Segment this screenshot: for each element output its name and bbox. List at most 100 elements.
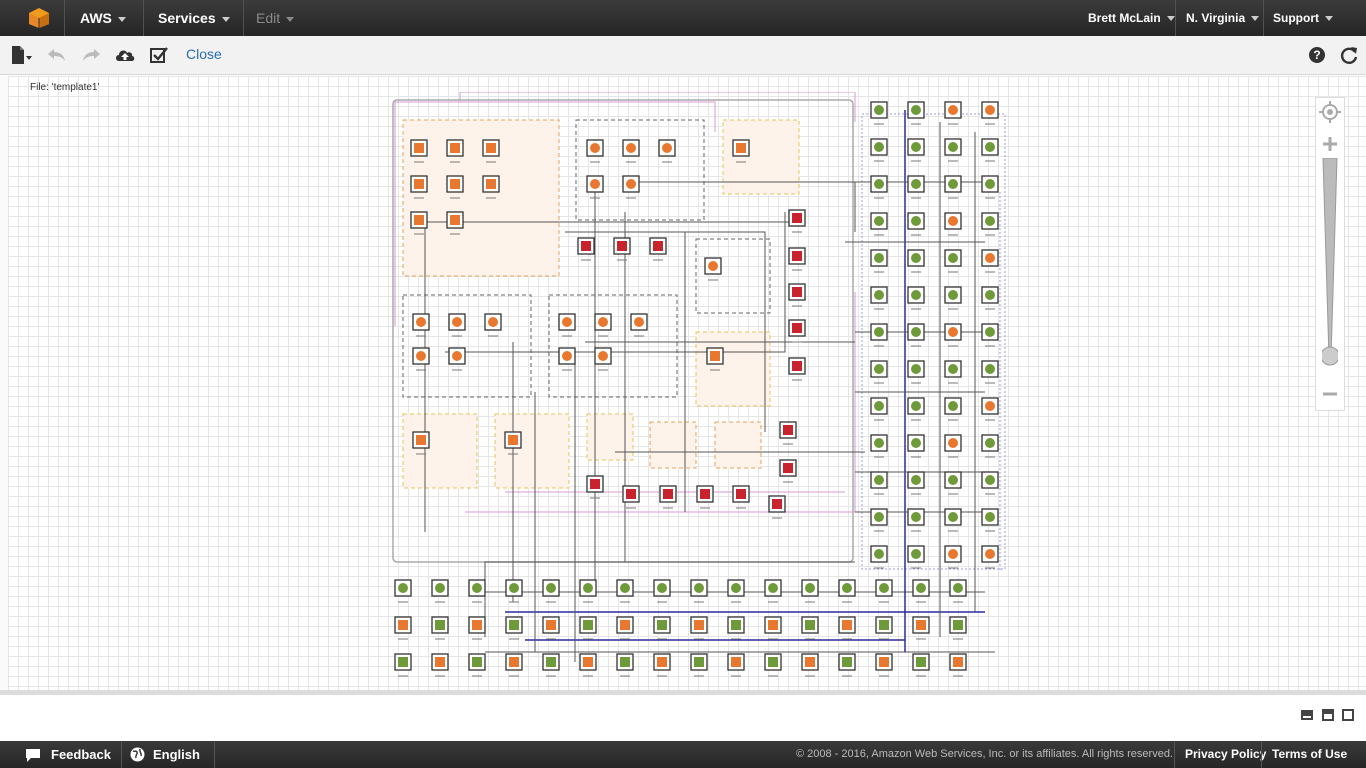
resource-node-ec2[interactable]: [704, 257, 722, 281]
resource-node-bucket[interactable]: [870, 286, 888, 310]
resource-node-security[interactable]: [649, 237, 667, 261]
resource-node-ec2[interactable]: [594, 347, 612, 371]
resource-node-bucket[interactable]: [653, 579, 671, 603]
resource-node-bucket[interactable]: [838, 579, 856, 603]
resource-node-bucket[interactable]: [981, 175, 999, 199]
resource-node-security[interactable]: [732, 485, 750, 509]
resource-node-bucket[interactable]: [912, 579, 930, 603]
resource-node-bucket[interactable]: [907, 545, 925, 569]
resource-node-instance[interactable]: [431, 653, 449, 677]
resource-node-bucket[interactable]: [505, 579, 523, 603]
resource-node-bucket[interactable]: [764, 579, 782, 603]
zoom-out-icon[interactable]: [1320, 384, 1340, 404]
validate-icon[interactable]: [148, 44, 170, 66]
resource-node-security[interactable]: [768, 495, 786, 519]
resource-node-instance[interactable]: [764, 616, 782, 640]
resource-node-ec2[interactable]: [484, 313, 502, 337]
resource-node-ec2[interactable]: [586, 139, 604, 163]
resource-node-bucket[interactable]: [944, 175, 962, 199]
view-bottom-panel-icon[interactable]: [1301, 710, 1313, 720]
resource-node-bucket[interactable]: [579, 579, 597, 603]
resource-node-instance[interactable]: [912, 653, 930, 677]
resource-node-instance[interactable]: [542, 616, 560, 640]
resource-node-ec2[interactable]: [412, 347, 430, 371]
resource-node-instance[interactable]: [653, 653, 671, 677]
resource-node-bucket[interactable]: [870, 323, 888, 347]
resource-node-bucket[interactable]: [907, 508, 925, 532]
resource-node-security[interactable]: [659, 485, 677, 509]
resource-node-bucket[interactable]: [870, 397, 888, 421]
resource-node-ec2[interactable]: [558, 347, 576, 371]
resource-node-instance[interactable]: [616, 653, 634, 677]
resource-node-bucket[interactable]: [431, 579, 449, 603]
close-link[interactable]: Close: [186, 46, 222, 62]
resource-node-bucket[interactable]: [870, 508, 888, 532]
resource-node-bucket[interactable]: [944, 397, 962, 421]
new-file-icon[interactable]: [10, 44, 32, 66]
resource-node-bucket[interactable]: [907, 101, 925, 125]
resource-node-bucket[interactable]: [394, 579, 412, 603]
resource-node-bucket[interactable]: [801, 579, 819, 603]
resource-node-instance[interactable]: [801, 653, 819, 677]
resource-node-instance[interactable]: [468, 653, 486, 677]
resource-node-ec2[interactable]: [448, 313, 466, 337]
edit-menu[interactable]: Edit: [256, 0, 295, 36]
resource-node-instance[interactable]: [838, 653, 856, 677]
view-full-canvas-icon[interactable]: [1342, 709, 1354, 721]
resource-node-instance[interactable]: [949, 616, 967, 640]
resource-node-bucket[interactable]: [907, 249, 925, 273]
resource-node-bucket[interactable]: [907, 212, 925, 236]
resource-node-bucket[interactable]: [944, 212, 962, 236]
resource-node-ec2[interactable]: [448, 347, 466, 371]
view-split-panel-icon[interactable]: [1322, 709, 1334, 721]
resource-node-bucket[interactable]: [870, 101, 888, 125]
support-menu[interactable]: Support: [1273, 0, 1333, 36]
resource-node-bucket[interactable]: [981, 212, 999, 236]
resource-node-security[interactable]: [577, 237, 595, 261]
resource-node-instance[interactable]: [394, 616, 412, 640]
resource-node-instance[interactable]: [579, 616, 597, 640]
resource-node-bucket[interactable]: [870, 360, 888, 384]
resource-node-bucket[interactable]: [949, 579, 967, 603]
zoom-slider-handle[interactable]: [1322, 346, 1338, 366]
resource-node-ec2[interactable]: [594, 313, 612, 337]
resource-node-bucket[interactable]: [981, 545, 999, 569]
resource-node-bucket[interactable]: [907, 138, 925, 162]
resource-node-instance[interactable]: [949, 653, 967, 677]
resource-node-instance[interactable]: [579, 653, 597, 677]
resource-node-bucket[interactable]: [944, 138, 962, 162]
resource-node-bucket[interactable]: [907, 471, 925, 495]
resource-node-bucket[interactable]: [907, 360, 925, 384]
resource-node-security[interactable]: [788, 247, 806, 271]
resource-node-bucket[interactable]: [981, 101, 999, 125]
resource-node-bucket[interactable]: [981, 471, 999, 495]
resource-node-bucket[interactable]: [981, 323, 999, 347]
resource-node-bucket[interactable]: [870, 249, 888, 273]
resource-node-bucket[interactable]: [907, 397, 925, 421]
resource-node-bucket[interactable]: [907, 323, 925, 347]
resource-node-security[interactable]: [788, 209, 806, 233]
resource-node-ec2[interactable]: [622, 139, 640, 163]
services-menu[interactable]: Services: [158, 0, 230, 36]
resource-node-bucket[interactable]: [981, 434, 999, 458]
undo-icon[interactable]: [46, 44, 68, 66]
resource-node-ec2[interactable]: [412, 313, 430, 337]
resource-node-bucket[interactable]: [981, 397, 999, 421]
resource-node-bucket[interactable]: [981, 138, 999, 162]
privacy-policy-link[interactable]: Privacy Policy: [1185, 741, 1266, 768]
redo-icon[interactable]: [80, 44, 102, 66]
resource-node-bucket[interactable]: [981, 508, 999, 532]
resource-node-instance[interactable]: [801, 616, 819, 640]
resource-node-bucket[interactable]: [690, 579, 708, 603]
template-diagram[interactable]: [385, 92, 1010, 682]
resource-node-bucket[interactable]: [870, 434, 888, 458]
zoom-slider[interactable]: [1322, 158, 1338, 372]
resource-node-bucket[interactable]: [944, 508, 962, 532]
resource-node-bucket[interactable]: [944, 545, 962, 569]
resource-node-instance[interactable]: [431, 616, 449, 640]
recenter-icon[interactable]: [1318, 100, 1342, 124]
resource-node-bucket[interactable]: [944, 360, 962, 384]
resource-node-bucket[interactable]: [981, 360, 999, 384]
resource-node-ec2[interactable]: [558, 313, 576, 337]
resource-node-instance[interactable]: [394, 653, 412, 677]
